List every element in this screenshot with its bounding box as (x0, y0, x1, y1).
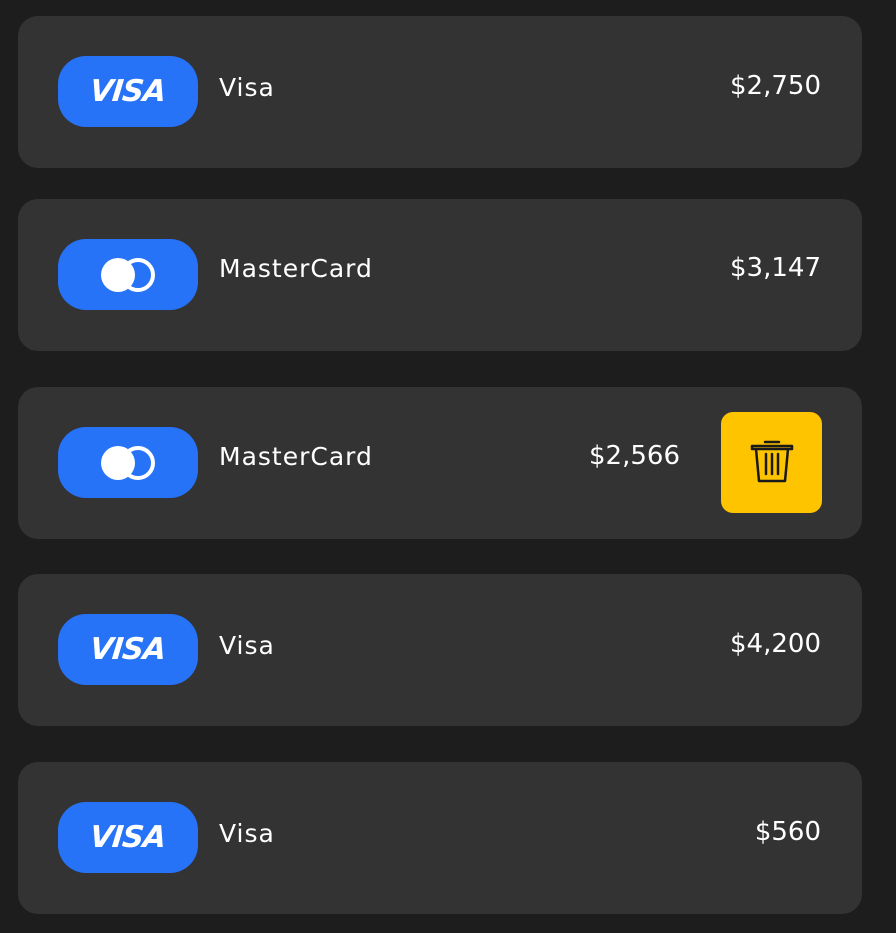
card-amount: $560 (754, 817, 821, 847)
card-row-mastercard[interactable]: MasterCard $3,147 (18, 199, 862, 351)
mastercard-logo-icon (96, 443, 160, 483)
mastercard-badge (58, 239, 198, 310)
visa-logo-text: VISA (88, 74, 168, 109)
mastercard-badge (58, 427, 198, 498)
card-row-mastercard-swiped[interactable]: MasterCard $2,566 (18, 387, 862, 539)
card-row-visa[interactable]: VISA Visa $560 (18, 762, 862, 914)
card-row-visa[interactable]: VISA Visa $2,750 (18, 16, 862, 168)
visa-badge: VISA (58, 802, 198, 873)
payment-card-list: VISA Visa $2,750 MasterCard $3,147 Maste… (0, 0, 896, 933)
mastercard-logo-icon (96, 255, 160, 295)
card-amount: $2,566 (589, 441, 680, 471)
card-row-visa[interactable]: VISA Visa $4,200 (18, 574, 862, 726)
visa-badge: VISA (58, 614, 198, 685)
card-name: Visa (219, 819, 275, 848)
card-name: Visa (219, 631, 275, 660)
card-name: MasterCard (219, 254, 373, 283)
visa-logo-text: VISA (88, 820, 168, 855)
visa-badge: VISA (58, 56, 198, 127)
card-name: Visa (219, 73, 275, 102)
trash-icon (750, 437, 794, 489)
card-amount: $3,147 (730, 253, 821, 283)
card-amount: $2,750 (730, 71, 821, 101)
card-amount: $4,200 (730, 629, 821, 659)
card-name: MasterCard (219, 442, 373, 471)
delete-button[interactable] (721, 412, 822, 513)
visa-logo-text: VISA (88, 632, 168, 667)
